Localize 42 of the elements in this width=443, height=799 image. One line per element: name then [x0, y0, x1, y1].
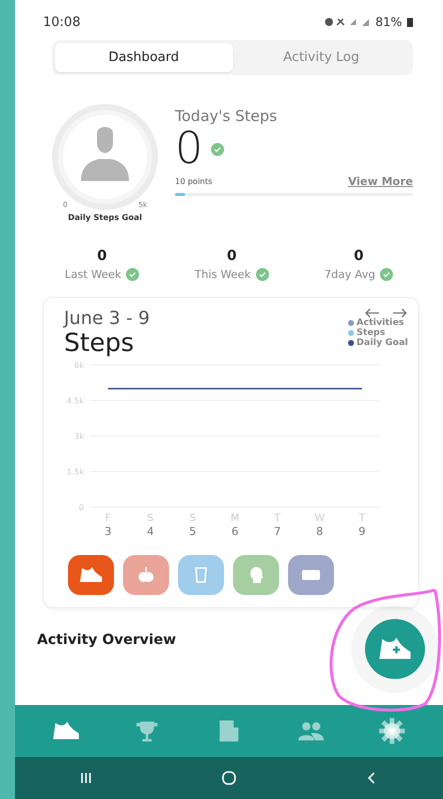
legend-label: Daily Goal	[356, 338, 408, 348]
step-count: 0	[175, 125, 203, 173]
section-title: Activity Overview	[37, 632, 176, 648]
view-more-link[interactable]: View More	[348, 175, 413, 188]
stat-value: 0	[226, 248, 237, 264]
tab[interactable]: Dashboard	[55, 43, 232, 72]
stat-value: 0	[97, 248, 107, 264]
battery-level: 81%	[375, 15, 402, 29]
arrow-left-icon[interactable]	[364, 308, 380, 318]
check-icon	[211, 142, 224, 156]
axis-label: 6	[232, 525, 238, 538]
status-icons	[324, 17, 370, 27]
arrow-right-icon[interactable]	[392, 308, 408, 318]
chart-title: Steps	[64, 329, 135, 357]
stat-label: 7day Avg	[324, 268, 376, 281]
clock-time: 10:08	[43, 14, 80, 30]
axis-label: 7	[274, 525, 281, 538]
check-icon	[126, 268, 140, 281]
legend-label: Steps	[356, 328, 386, 338]
goal-label: Daily Steps Goal	[68, 213, 142, 222]
legend-label: Activities	[356, 318, 404, 328]
glass-button[interactable]	[178, 555, 224, 595]
add-activity-button[interactable]	[365, 619, 425, 679]
axis-label: 4	[146, 525, 154, 538]
stat-label: Last Week	[64, 268, 122, 281]
tab[interactable]: Activity Log	[232, 43, 410, 72]
points-label: 10 points	[175, 177, 212, 186]
axis-label: 9	[358, 525, 366, 538]
apple-button[interactable]	[123, 555, 169, 595]
stat-label: This Week	[194, 268, 251, 281]
axis-label: 8	[316, 525, 324, 538]
today-title: Today's Steps	[175, 107, 278, 125]
date-range: June 3 - 9	[64, 308, 150, 329]
head-button[interactable]	[233, 555, 279, 595]
stat-value: 0	[354, 248, 364, 264]
home-icon[interactable]	[220, 770, 237, 786]
axis-label: 5	[189, 525, 196, 538]
battery-icon	[407, 18, 413, 26]
axis-label: 3	[104, 525, 112, 538]
check-icon	[256, 268, 269, 281]
check-icon	[380, 268, 394, 281]
shoe-button[interactable]	[68, 555, 114, 595]
